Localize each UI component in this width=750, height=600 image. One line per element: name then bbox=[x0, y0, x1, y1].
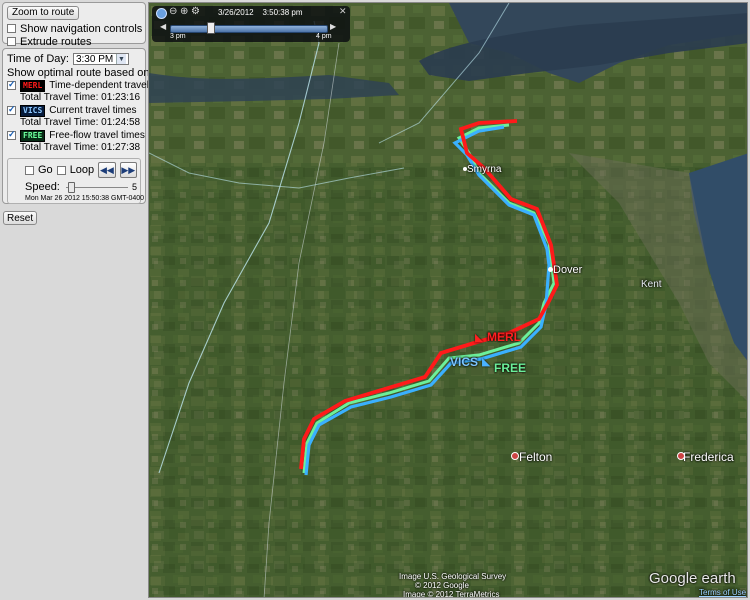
timebar-start-label: 3 pm bbox=[170, 33, 186, 40]
route-options-panel: Time of Day: 3:30 PM ▼ Show optimal rout… bbox=[2, 48, 176, 204]
show-nav-controls-label: Show navigation controls bbox=[20, 22, 143, 35]
map-label-smyrna: Smyrna bbox=[467, 164, 502, 175]
google-earth-logo: Google earth bbox=[649, 570, 736, 587]
terms-of-use-link[interactable]: Terms of Use bbox=[699, 588, 746, 597]
vics-badge: VICS bbox=[20, 104, 46, 117]
route-vics-total: Total Travel Time: 01:24:58 bbox=[20, 117, 141, 128]
time-of-day-select[interactable]: 3:30 PM ▼ bbox=[72, 53, 129, 65]
speed-value: 5 bbox=[131, 182, 137, 192]
route-vics-label: Current travel times bbox=[49, 105, 137, 116]
rewind-button[interactable]: ◀◀ bbox=[98, 162, 116, 178]
map-label-kent: Kent bbox=[641, 279, 662, 290]
globe-icon[interactable] bbox=[156, 8, 167, 19]
current-timestamp: Mon Mar 26 2012 15:50:38 GMT-0400 bbox=[25, 195, 145, 202]
map-label-felton: Felton bbox=[519, 450, 553, 464]
time-of-day-value: 3:30 PM bbox=[75, 53, 114, 65]
close-icon[interactable]: ✕ bbox=[339, 6, 347, 17]
dover-marker-icon bbox=[548, 267, 553, 272]
felton-marker-icon bbox=[511, 452, 519, 460]
time-forward-icon[interactable]: ▶ bbox=[330, 22, 336, 31]
speed-slider-thumb[interactable] bbox=[67, 182, 75, 193]
rewind-icon: ◀◀ bbox=[99, 164, 114, 175]
view-options-panel: Zoom to route Show navigation controls E… bbox=[2, 2, 146, 48]
route-free-checkbox[interactable] bbox=[7, 129, 16, 140]
route-free-label-on-map: FREE bbox=[494, 361, 527, 375]
route-free-total: Total Travel Time: 01:27:38 bbox=[20, 142, 141, 153]
timebar-datetime: 3/26/2012 3:50:38 pm bbox=[218, 8, 303, 17]
free-badge: FREE bbox=[20, 129, 46, 142]
route-merl-total: Total Travel Time: 01:23:16 bbox=[20, 92, 141, 103]
animation-controls: Go Loop ◀◀ ▶▶ Speed: 5 Mon Mar 26 2012 1… bbox=[7, 158, 145, 204]
zoom-out-icon[interactable]: ⊖ bbox=[169, 6, 177, 17]
map-label-frederica: Frederica bbox=[683, 450, 734, 464]
speed-slider[interactable] bbox=[65, 182, 128, 193]
zoom-in-icon[interactable]: ⊕ bbox=[180, 6, 188, 17]
route-vics-row[interactable]: VICS Current travel times bbox=[7, 104, 141, 117]
reset-button[interactable]: Reset bbox=[3, 211, 38, 225]
earth-map-view[interactable]: Smyrna Dover Kent Felton Frederica MERL … bbox=[148, 2, 748, 598]
time-slider-overlay: ⊖ ⊕ ⚙ 3/26/2012 3:50:38 pm ✕ ◀ ▶ 3 pm 4 … bbox=[152, 6, 350, 42]
vics-vehicle-icon: ◣ bbox=[482, 356, 491, 368]
speed-label: Speed: bbox=[25, 181, 60, 193]
timebar-end-label: 4 pm bbox=[316, 33, 332, 40]
route-vics-label-on-map: VICS bbox=[450, 355, 479, 369]
loop-label: Loop bbox=[69, 164, 95, 176]
merl-badge: MERL bbox=[20, 79, 46, 92]
route-merl-label-on-map: MERL bbox=[487, 330, 521, 344]
time-slider-track[interactable] bbox=[170, 25, 328, 33]
route-free-label: Free-flow travel times bbox=[49, 130, 145, 141]
route-merl-checkbox[interactable] bbox=[7, 79, 16, 90]
imagery-credit-1: Image U.S. Geological Survey bbox=[399, 572, 507, 581]
map-label-dover: Dover bbox=[553, 264, 583, 276]
go-label: Go bbox=[38, 164, 53, 176]
go-checkbox[interactable] bbox=[25, 165, 34, 175]
show-nav-controls-row[interactable]: Show navigation controls bbox=[7, 22, 143, 35]
loop-checkbox[interactable] bbox=[56, 165, 66, 175]
optimal-route-heading: Show optimal route based on: bbox=[7, 66, 153, 79]
fast-forward-button[interactable]: ▶▶ bbox=[119, 162, 137, 178]
extrude-routes-row[interactable]: Extrude routes bbox=[7, 35, 141, 48]
zoom-to-route-button[interactable]: Zoom to route bbox=[7, 6, 80, 20]
route-free-row[interactable]: FREE Free-flow travel times bbox=[7, 129, 145, 142]
route-vics-checkbox[interactable] bbox=[7, 104, 16, 115]
frederica-marker-icon bbox=[677, 452, 685, 460]
settings-icon[interactable]: ⚙ bbox=[191, 6, 200, 17]
time-slider-thumb[interactable] bbox=[207, 22, 215, 34]
show-nav-controls-checkbox[interactable] bbox=[7, 24, 16, 33]
imagery-credit-2: © 2012 Google bbox=[415, 581, 469, 590]
fast-forward-icon: ▶▶ bbox=[121, 164, 136, 175]
extrude-routes-checkbox[interactable] bbox=[7, 37, 16, 46]
time-back-icon[interactable]: ◀ bbox=[160, 22, 166, 31]
route-merl-row[interactable]: MERL Time-dependent travel times bbox=[7, 79, 176, 92]
satellite-imagery[interactable] bbox=[149, 3, 748, 598]
merl-vehicle-icon: ◣ bbox=[475, 332, 484, 344]
extrude-routes-label: Extrude routes bbox=[20, 35, 92, 48]
time-of-day-label: Time of Day: bbox=[7, 53, 69, 65]
smyrna-marker-icon bbox=[463, 167, 467, 171]
chevron-down-icon: ▼ bbox=[115, 54, 126, 64]
imagery-credit-3: Image © 2012 TerraMetrics bbox=[403, 590, 500, 598]
